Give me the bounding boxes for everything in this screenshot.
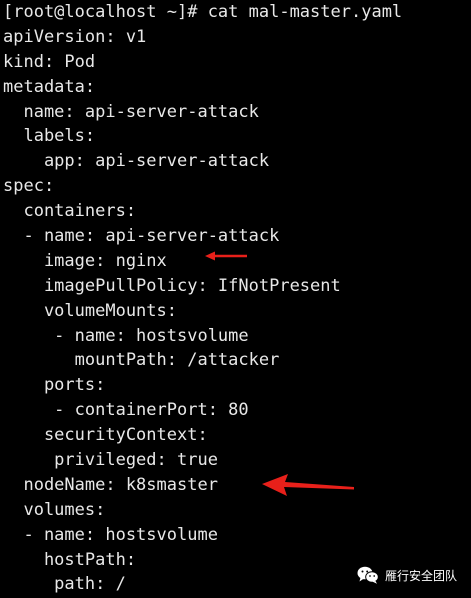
terminal-line: apiVersion: v1 [3, 26, 147, 47]
terminal-line: containers: [3, 201, 137, 222]
terminal-line: - containerPort: 80 [3, 400, 249, 421]
terminal-line: hostPath: [3, 549, 137, 570]
annotation-arrow-nodename [262, 474, 354, 496]
terminal-line: - name: api-server-attack [3, 226, 280, 247]
terminal-line: securityContext: [3, 425, 208, 446]
terminal-line: spec: [3, 176, 55, 197]
terminal-line: path: / [3, 574, 126, 595]
terminal-line: name: api-server-attack [3, 101, 259, 122]
terminal-line: - name: hostsvolume [3, 524, 218, 545]
watermark-text: 雁行安全团队 [384, 568, 457, 583]
terminal-line: volumes: [3, 499, 106, 520]
terminal-line: metadata: [3, 76, 96, 97]
watermark: 雁行安全团队 [357, 566, 457, 584]
terminal-line: imagePullPolicy: IfNotPresent [3, 275, 341, 296]
terminal-output: [root@localhost ~]# cat mal-master.yaml … [3, 0, 402, 597]
terminal-line: mountPath: /attacker [3, 350, 280, 371]
terminal-line: - name: hostsvolume [3, 325, 249, 346]
terminal-line: volumeMounts: [3, 300, 177, 321]
terminal-line: kind: Pod [3, 51, 96, 72]
terminal-line: [root@localhost ~]# cat mal-master.yaml [3, 2, 403, 22]
terminal-line: ports: [3, 375, 106, 396]
terminal-line: image: nginx [3, 250, 167, 271]
annotation-arrow-image [205, 251, 247, 261]
terminal-line: labels: [3, 126, 96, 147]
wechat-icon [357, 566, 379, 584]
terminal-line: privileged: true [3, 450, 218, 471]
terminal-window[interactable]: [root@localhost ~]# cat mal-master.yaml … [0, 0, 471, 598]
terminal-line: app: api-server-attack [3, 151, 270, 172]
